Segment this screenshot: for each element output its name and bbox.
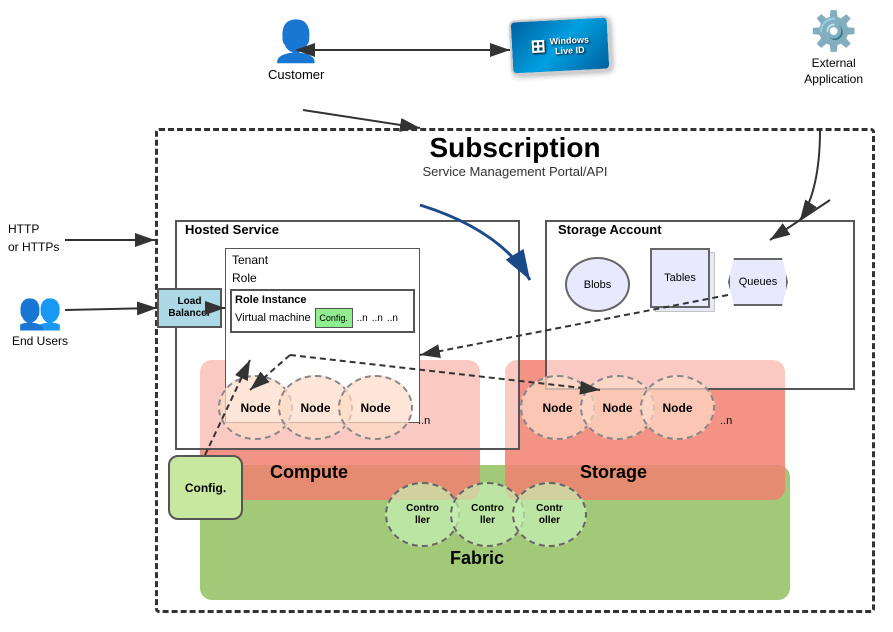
tenant-label: Tenant [226, 249, 419, 271]
external-app-icon: ⚙️ [804, 10, 863, 54]
fabric-label: Fabric [450, 548, 504, 569]
tables-icon: Tables [650, 248, 710, 308]
load-balancer-label: LoadBalancer [168, 296, 210, 320]
customer-label: Customer [268, 67, 324, 82]
role-instance-label: Role Instance [235, 294, 410, 306]
windows-logo-icon: ⊞ [530, 36, 546, 58]
subscription-subtitle: Service Management Portal/API [155, 164, 875, 179]
queues-icon: Queues [728, 258, 788, 306]
n-label-3: ..n [387, 313, 398, 324]
compute-label: Compute [270, 462, 348, 483]
subscription-heading: Subscription [155, 132, 875, 164]
diagram: 👤 Customer ⊞ WindowsLive ID ⚙️ External … [0, 0, 893, 632]
config-store-label: Config. [185, 481, 226, 495]
controller-1: Controller [385, 482, 460, 547]
subscription-title: Subscription Service Management Portal/A… [155, 132, 875, 179]
vm-label: Virtual machine [235, 312, 311, 324]
windows-live-id: ⊞ WindowsLive ID [510, 18, 610, 73]
windows-live-badge: ⊞ WindowsLive ID [509, 15, 612, 75]
n-label-1: ..n [357, 313, 368, 324]
external-app-label: External Application [804, 56, 863, 87]
blobs-icon: Blobs [565, 257, 630, 312]
customer-icon: 👤 [268, 18, 324, 65]
storage-account-label: Storage Account [558, 222, 662, 237]
config-button[interactable]: Config. [315, 308, 353, 328]
controller-3: Controller [512, 482, 587, 547]
storage-node-3: Node [640, 375, 715, 440]
end-users: 👥 End Users [12, 290, 68, 348]
config-store: Config. [168, 455, 243, 520]
storage-label: Storage [580, 462, 647, 483]
http-label: HTTP or HTTPs [8, 220, 59, 256]
windows-live-label: WindowsLive ID [549, 34, 589, 56]
hosted-service-label: Hosted Service [185, 222, 279, 237]
storage-n-label: ..n [720, 415, 732, 427]
n-label-2: ..n [372, 313, 383, 324]
end-users-icon: 👥 [12, 290, 68, 332]
role-label: Role [226, 271, 419, 285]
compute-n-label: ..n [418, 415, 430, 427]
customer-figure: 👤 Customer [268, 18, 324, 82]
load-balancer: LoadBalancer [157, 288, 222, 328]
compute-node-3: Node [338, 375, 413, 440]
external-application: ⚙️ External Application [804, 10, 863, 87]
end-users-label: End Users [12, 334, 68, 348]
